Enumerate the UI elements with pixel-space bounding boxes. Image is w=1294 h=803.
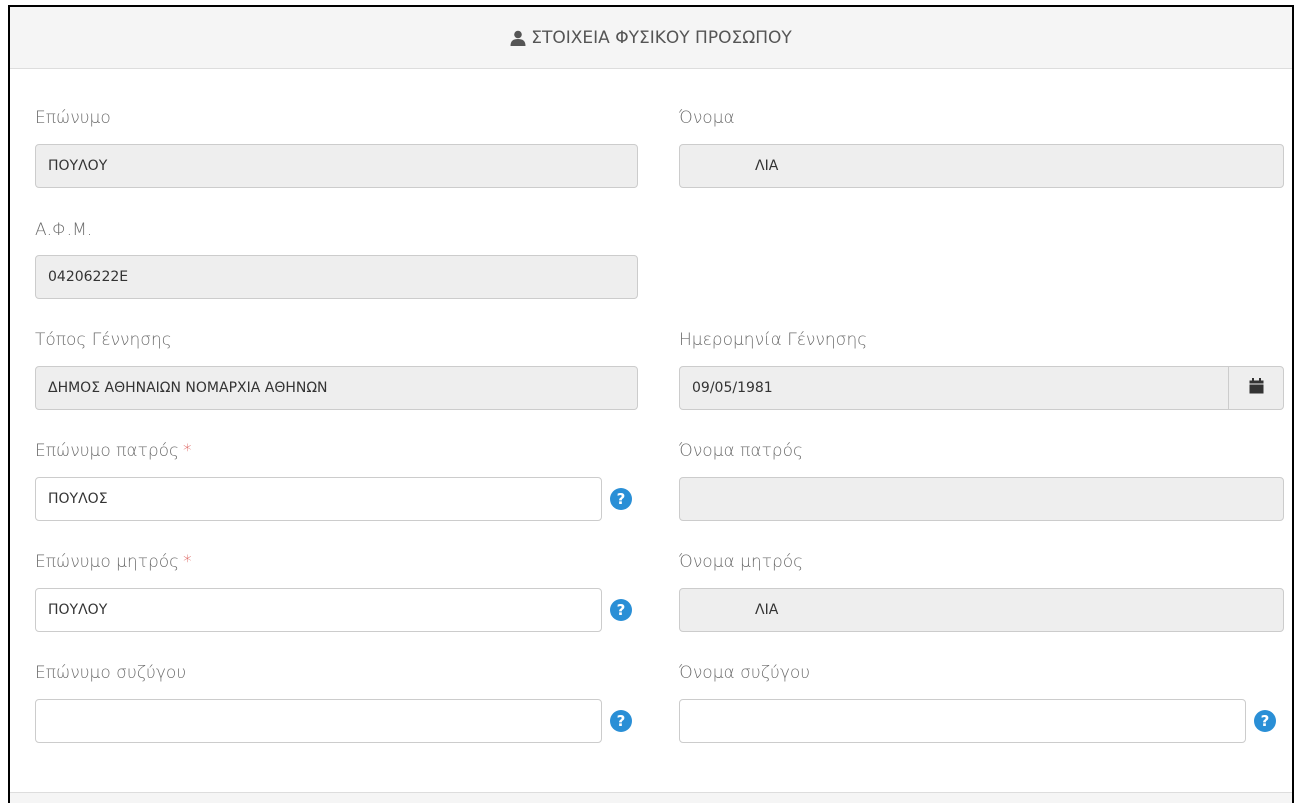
panel-title: ΣΤΟΙΧΕΙΑ ΦΥΣΙΚΟΥ ΠΡΟΣΩΠΟΥ — [531, 27, 792, 48]
surname-label: Επώνυμο — [35, 108, 111, 128]
panel-header: ΣΤΟΙΧΕΙΑ ΦΥΣΙΚΟΥ ΠΡΟΣΩΠΟΥ — [10, 7, 1292, 69]
birth-place-label: Τόπος Γέννησης — [35, 330, 172, 350]
spouse-name-label: Όνομα συζύγου — [679, 663, 811, 683]
mother-surname-label: Επώνυμο μητρός * — [35, 552, 192, 572]
required-marker: * — [183, 552, 192, 572]
calendar-button[interactable] — [1228, 366, 1284, 410]
father-surname-help-button[interactable]: ? — [604, 477, 638, 521]
user-icon — [510, 30, 526, 46]
mother-surname-label-text: Επώνυμο μητρός — [35, 552, 180, 572]
afm-label: Α.Φ.Μ. — [35, 220, 93, 240]
father-surname-field[interactable] — [35, 477, 602, 521]
help-icon: ? — [610, 710, 632, 732]
father-name-field[interactable] — [679, 477, 1284, 521]
father-surname-label: Επώνυμο πατρός * — [35, 441, 192, 461]
spouse-surname-field[interactable] — [35, 699, 602, 743]
mother-name-field[interactable] — [679, 588, 1284, 632]
surname-field[interactable] — [35, 144, 638, 188]
birth-date-field[interactable] — [679, 366, 1229, 410]
help-icon: ? — [610, 488, 632, 510]
panel-footer — [10, 792, 1292, 803]
afm-field[interactable] — [35, 255, 638, 299]
birth-date-label: Ημερομηνία Γέννησης — [679, 330, 868, 350]
father-surname-label-text: Επώνυμο πατρός — [35, 441, 180, 461]
mother-surname-field[interactable] — [35, 588, 602, 632]
father-name-label: Όνομα πατρός — [679, 441, 803, 461]
birth-place-field[interactable] — [35, 366, 638, 410]
spouse-surname-help-button[interactable]: ? — [604, 699, 638, 743]
required-marker: * — [183, 441, 192, 461]
help-icon: ? — [610, 599, 632, 621]
spouse-name-field[interactable] — [679, 699, 1246, 743]
mother-name-label: Όνομα μητρός — [679, 552, 804, 572]
calendar-icon — [1249, 378, 1264, 398]
person-details-panel: ΣΤΟΙΧΕΙΑ ΦΥΣΙΚΟΥ ΠΡΟΣΩΠΟΥ Επώνυμο Όνομα … — [8, 5, 1294, 803]
help-icon: ? — [1254, 710, 1276, 732]
mother-surname-help-button[interactable]: ? — [604, 588, 638, 632]
name-label: Όνομα — [679, 108, 735, 128]
name-field[interactable] — [679, 144, 1284, 188]
spouse-surname-label: Επώνυμο συζύγου — [35, 663, 187, 683]
spouse-name-help-button[interactable]: ? — [1248, 699, 1282, 743]
